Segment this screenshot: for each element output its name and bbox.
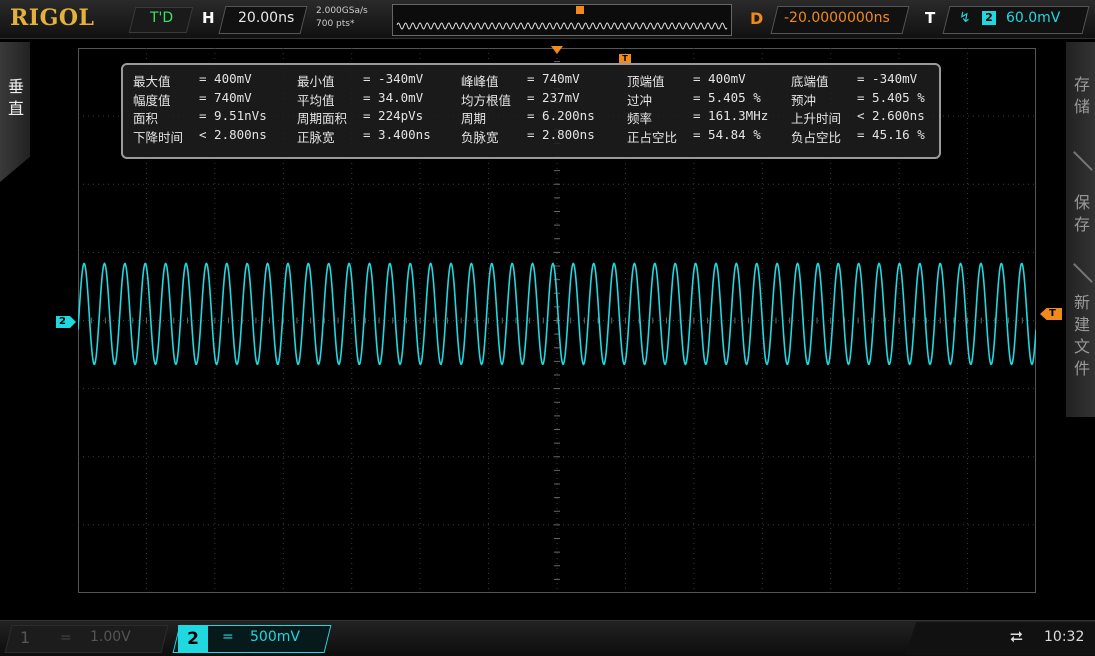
channel-2-scale: 500mV [250,629,300,645]
measurement-value: = 400mV [693,71,746,86]
measurement-label: 最小值 [297,74,335,89]
channel-2-offset-marker[interactable]: 2 [56,316,76,328]
measurement-value: = -340mV [363,71,424,86]
menu-item-new-file[interactable]: 新建文件 [1072,292,1092,380]
run-state: T'D [150,10,174,26]
measurement-label: 周期 [461,111,487,126]
measurement-label: 顶端值 [627,74,665,89]
measurement-label: 底端值 [791,74,829,89]
channel-1-scale: 1.00V [90,629,131,645]
measurement-label: 最大值 [133,74,171,89]
delay-label: D [750,9,764,28]
measurement-label: 面积 [133,111,159,126]
measurement-value: = 740mV [199,89,252,105]
measurement-value: = 161.3MHz [693,108,769,123]
channel-1-coupling: = [60,630,72,646]
measurement-label: 上升时间 [791,111,842,126]
measurement-value: = 5.405 % [857,89,925,105]
clock: 10:32 [1044,629,1085,645]
sample-info: 2.000GSa/s 700 pts* [316,5,368,31]
measurement-label: 正占空比 [627,129,678,145]
overview-waveform [396,6,728,30]
measurement-value: = 224pVs [363,108,424,123]
measurement-value: = 237mV [527,89,580,105]
measurement-panel: 最大值 = 400mV 最小值 = -340mV 峰峰值 = 740mV 顶端值 = 400m… [121,63,941,159]
measurement-value: < 2.800ns [199,126,267,142]
measurement-value: = 6.200ns [527,108,595,123]
measurement-label: 过冲 [627,92,653,108]
trigger-source: 2 [982,11,996,25]
measurement-label: 负脉宽 [461,129,499,145]
measurement-label: 预冲 [791,92,817,108]
measurement-label: 周期面积 [297,111,348,126]
delay-value: -20.0000000ns [784,10,890,26]
menu-item-storage[interactable]: 存储 [1072,74,1092,118]
measurement-label: 幅度值 [133,92,171,108]
measurement-label: 频率 [627,111,653,126]
measurement-label: 均方根值 [461,92,512,108]
measurement-value: = 54.84 % [693,126,761,142]
overview-trace [396,22,728,30]
measurement-value: = 5.405 % [693,89,761,105]
overview-trigger-marker [576,6,584,14]
trigger-level: 60.0mV [1006,10,1061,26]
trigger-label: T [925,9,936,27]
timebase-value: 20.00ns [238,10,295,26]
rigol-logo: RIGOL [10,5,95,31]
usb-icon: ⮂ [1010,627,1023,646]
rising-edge-icon: ↯ [959,10,971,26]
measurement-value: = -340mV [857,71,918,86]
measurement-label: 下降时间 [133,129,184,145]
channel-2-number: 2 [178,625,208,653]
memory-depth: 700 pts* [316,19,355,29]
sample-rate: 2.000GSa/s [316,6,368,16]
trigger-level-marker[interactable]: T [1040,308,1062,320]
measurement-value: < 2.600ns [857,108,925,123]
horizontal-label: H [202,9,215,27]
measurement-value: = 45.16 % [857,126,925,142]
measurement-value: = 740mV [527,71,580,86]
measurement-label: 正脉宽 [297,129,335,145]
measurement-label: 峰峰值 [461,74,499,89]
measurement-label: 负占空比 [791,129,842,145]
measurement-label: 平均值 [297,92,335,108]
channel-1-number: 1 [20,628,31,647]
measurement-value: = 400mV [199,71,252,86]
menu-item-save[interactable]: 保存 [1072,192,1092,236]
measurement-value: = 2.800ns [527,126,595,142]
channel-2-coupling: = [222,629,234,645]
measurement-value: = 3.400ns [363,126,431,142]
measurement-value: = 34.0mV [363,89,424,105]
vertical-tab-label: 垂直 [7,77,24,118]
waveform-overview[interactable] [392,4,732,36]
measurement-value: = 9.51nVs [199,108,267,123]
